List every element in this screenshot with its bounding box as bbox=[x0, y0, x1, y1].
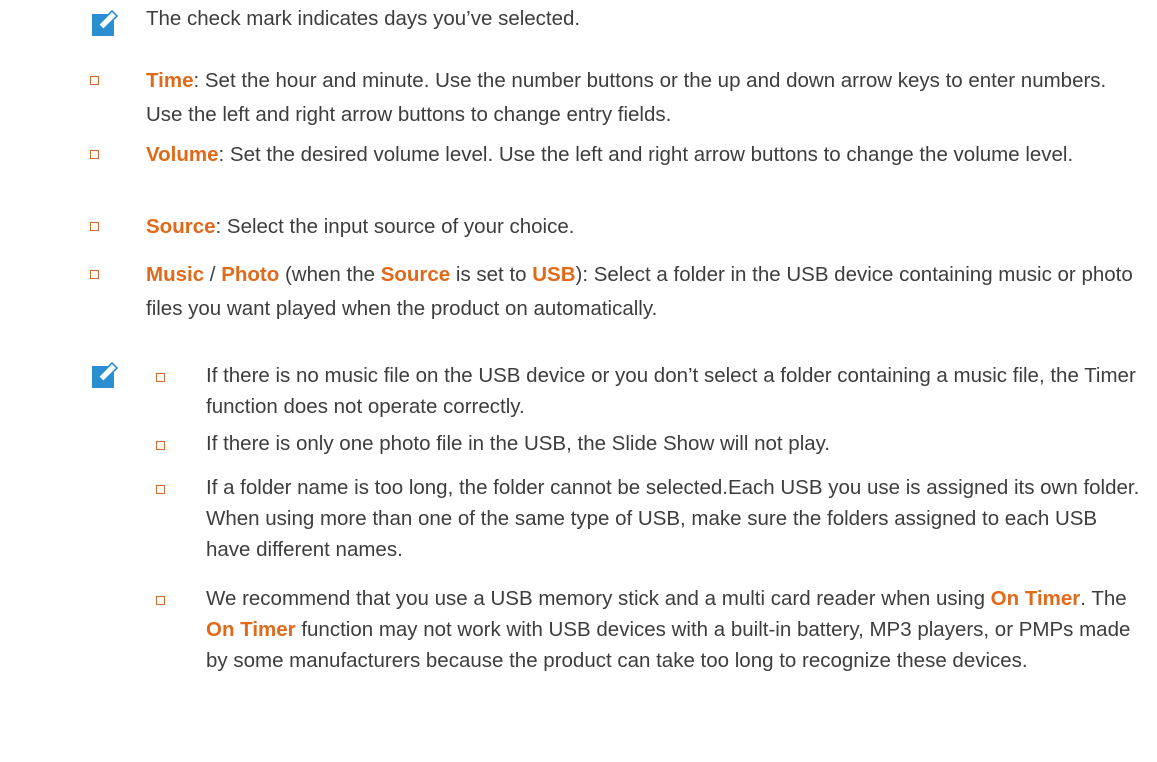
list-item: Time: Set the hour and minute. Use the n… bbox=[146, 64, 1136, 132]
item-key: Source bbox=[146, 215, 216, 238]
note-text: If there is no music file on the USB dev… bbox=[206, 364, 1136, 418]
note-text: We recommend that you use a USB memory s… bbox=[206, 587, 991, 610]
top-note: The check mark indicates days you’ve sel… bbox=[146, 7, 581, 30]
note-key: On Timer bbox=[206, 618, 296, 641]
item-text: : Select the input source of your choice… bbox=[215, 215, 575, 238]
note-item: If there is only one photo file in the U… bbox=[206, 428, 1146, 459]
bullet-icon bbox=[90, 270, 99, 279]
note-text: If there is only one photo file in the U… bbox=[206, 432, 831, 455]
item-text: : Set the hour and minute. Use the numbe… bbox=[146, 69, 1107, 126]
note-item: We recommend that you use a USB memory s… bbox=[206, 583, 1146, 676]
item-key: Volume bbox=[146, 143, 219, 166]
item-separator: / bbox=[204, 263, 222, 286]
item-key: Music bbox=[146, 263, 205, 286]
item-text: is set to bbox=[450, 263, 533, 286]
item-text: (when the bbox=[279, 263, 381, 286]
list-item: Music / Photo (when the Source is set to… bbox=[146, 258, 1136, 326]
note-text: If a folder name is too long, the folder… bbox=[206, 476, 1140, 561]
bullet-icon bbox=[90, 150, 99, 159]
note-icon bbox=[90, 8, 120, 38]
bullet-icon bbox=[156, 596, 165, 605]
item-key: USB bbox=[532, 263, 576, 286]
list-item: Source: Select the input source of your … bbox=[146, 210, 1136, 244]
note-text: . The bbox=[1080, 587, 1127, 610]
note-icon bbox=[90, 360, 120, 390]
item-key: Time bbox=[146, 69, 194, 92]
bullet-icon bbox=[90, 222, 99, 231]
item-text: : Set the desired volume level. Use the … bbox=[218, 143, 1074, 166]
note-text: function may not work with USB devices w… bbox=[206, 618, 1131, 672]
list-item: Volume: Set the desired volume level. Us… bbox=[146, 138, 1136, 172]
bullet-icon bbox=[90, 76, 99, 85]
item-key: Photo bbox=[221, 263, 280, 286]
note-key: On Timer bbox=[990, 587, 1081, 610]
bullet-icon bbox=[156, 373, 165, 382]
bullet-icon bbox=[156, 485, 165, 494]
note-item: If there is no music file on the USB dev… bbox=[206, 360, 1146, 422]
bullet-icon bbox=[156, 441, 165, 450]
item-key: Source bbox=[380, 263, 451, 286]
note-item: If a folder name is too long, the folder… bbox=[206, 472, 1146, 565]
